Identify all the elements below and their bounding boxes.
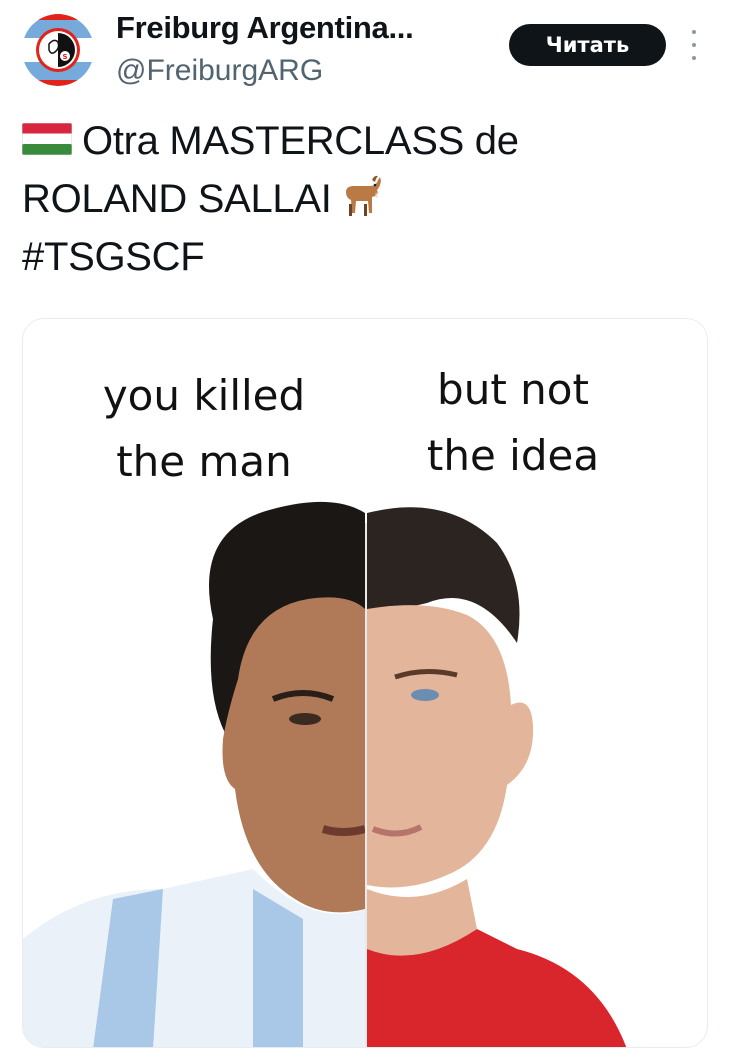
tweet-text: Otra MASTERCLASS de ROLAND SALLAI #TSGSC… [22,112,702,286]
hungary-flag-icon [22,123,72,156]
freiburg-crest-icon: S [22,14,94,86]
avatar[interactable]: S [22,14,94,86]
tweet-text-line-2: ROLAND SALLAI [22,177,332,221]
caption-left-line-1: you killed [102,371,306,420]
meme-caption-right: but not the idea [395,357,631,489]
tweet-media-image[interactable]: you killed the man but not the idea [22,318,708,1048]
tweet-line-1: Otra MASTERCLASS de [22,112,702,170]
meme-caption-left: you killed the man [89,363,319,495]
more-options-icon[interactable] [686,30,702,60]
hashtag-link[interactable]: #TSGSCF [22,228,702,286]
tweet-line-2: ROLAND SALLAI [22,170,702,228]
caption-right-line-2: the idea [426,431,600,480]
display-name[interactable]: Freiburg Argentina... [116,10,414,46]
tweet-card: S Freiburg Argentina... @FreiburgARG Чит… [0,0,730,1063]
image-split-divider [365,523,367,1047]
user-handle[interactable]: @FreiburgARG [116,54,323,88]
left-face-illustration [23,501,367,1047]
tweet-text-line-1: Otra MASTERCLASS de [82,119,519,163]
right-face-illustration [367,507,627,1047]
svg-text:S: S [62,53,67,61]
caption-right-line-1: but not [437,365,589,414]
tweet-header: S Freiburg Argentina... @FreiburgARG Чит… [0,0,730,110]
follow-button[interactable]: Читать [509,24,666,66]
caption-left-line-2: the man [116,437,292,486]
goat-emoji-icon [345,176,381,217]
